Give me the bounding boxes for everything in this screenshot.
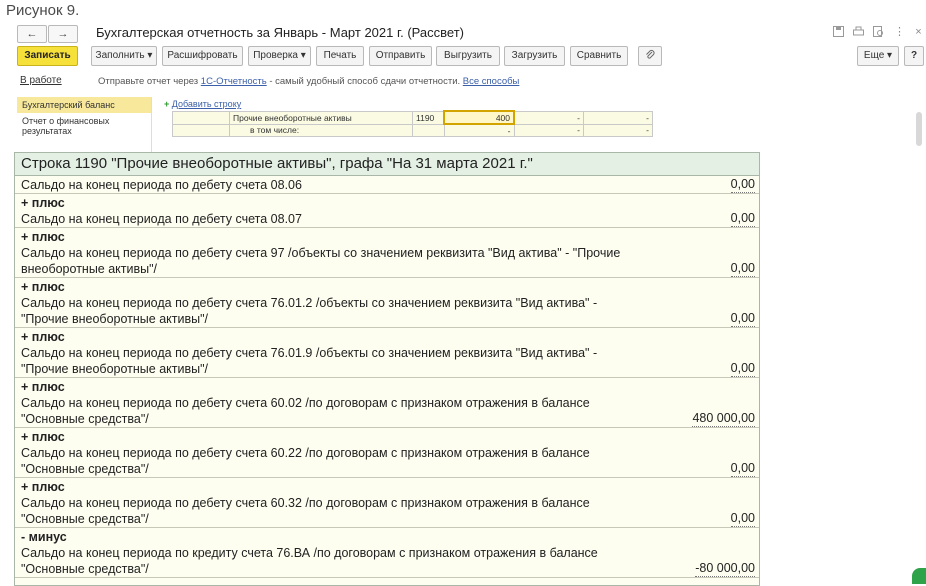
decoding-blocks: Сальдо на конец периода по дебету счета … [15,176,759,578]
grid-cell[interactable]: - [583,123,653,137]
load-button[interactable]: Загрузить [504,46,565,66]
print-icon[interactable] [852,26,865,39]
amount-value[interactable]: 0,00 [730,310,755,327]
amount-value[interactable]: 0,00 [730,460,755,477]
info-text-before: Отправьте отчет через [98,76,201,87]
grid-cell[interactable]: - [513,123,584,137]
amount-value[interactable]: 0,00 [730,360,755,377]
check-dropdown[interactable]: Проверка ▾ [248,46,311,66]
grid-cell [412,123,445,137]
decoding-block: + плюс Сальдо на конец периода по дебету … [15,278,759,328]
selected-cell[interactable]: 400 [443,110,515,125]
sections-sidebar: Бухгалтерский баланс Отчет о финансовых … [17,97,152,152]
amount-value[interactable]: 0,00 [730,510,755,527]
all-methods-link[interactable]: Все способы [463,76,520,87]
decoding-block: + плюс Сальдо на конец периода по дебету … [15,328,759,378]
add-row-button[interactable]: + Добавить строку [164,99,241,109]
1c-reporting-link[interactable]: 1С-Отчетность [201,76,267,87]
compare-button[interactable]: Сравнить [570,46,628,66]
operator-label: + плюс [21,480,65,494]
help-button[interactable]: ? [904,46,924,66]
toolbar: Записать Заполнить ▾ Расшифровать Провер… [0,46,926,68]
decoding-block: Сальдо на конец периода по дебету счета … [15,176,759,194]
decoding-block: + плюс Сальдо на конец периода по дебету … [15,478,759,528]
account-description: Сальдо на конец периода по дебету счета … [21,246,621,276]
fill-dropdown[interactable]: Заполнить ▾ [91,46,157,66]
operator-label: + плюс [21,330,65,344]
decoding-block: + плюс Сальдо на конец периода по дебету … [15,428,759,478]
operator-label: + плюс [21,280,65,294]
operator-label: - минус [21,530,67,544]
figure-caption: Рисунок 9. [6,2,80,19]
account-description: Сальдо на конец периода по дебету счета … [21,296,598,326]
close-icon[interactable]: × [912,26,925,39]
operator-label: + плюс [21,196,65,210]
account-description: Сальдо на конец периода по дебету счета … [21,396,590,426]
operator-label: + плюс [21,230,65,244]
back-button[interactable]: ← [17,25,47,43]
save-icon[interactable] [832,26,845,39]
assistant-icon[interactable] [912,568,926,584]
amount-value[interactable]: 0,00 [730,260,755,277]
account-description: Сальдо на конец периода по дебету счета … [21,346,598,376]
amount-value[interactable]: -80 000,00 [695,560,755,577]
table-row: в том числе: - - - [172,123,653,137]
sidebar-item-balance[interactable]: Бухгалтерский баланс [17,97,151,113]
status-link[interactable]: В работе [20,75,62,86]
account-description: Сальдо на конец периода по дебету счета … [21,496,590,526]
account-description: Сальдо на конец периода по кредиту счета… [21,546,598,576]
row-name: в том числе: [229,123,413,137]
amount-value[interactable]: 480 000,00 [692,410,755,427]
grid-cell[interactable] [172,110,230,125]
decoding-popup: Строка 1190 "Прочие внеоборотные активы"… [14,152,760,586]
grid-cell[interactable]: - [513,110,584,125]
upload-button[interactable]: Выгрузить [436,46,500,66]
report-grid: Прочие внеоборотные активы 1190 400 - - … [172,110,653,137]
vertical-scrollbar[interactable] [916,112,922,146]
amount-value[interactable]: 0,00 [730,210,755,227]
print-button[interactable]: Печать [316,46,364,66]
info-text-middle: - самый удобный способ сдачи отчетности. [266,76,463,87]
popup-title: Строка 1190 "Прочие внеоборотные активы"… [15,153,759,176]
more-icon[interactable]: ⋮ [893,26,906,39]
amount-value[interactable]: 0,00 [730,176,755,193]
row-code: 1190 [412,110,445,125]
info-bar: В работе Отправьте отчет через 1С-Отчетн… [0,74,926,90]
add-row-label: Добавить строку [171,99,242,109]
decoding-block: + плюс Сальдо на конец периода по дебету … [15,378,759,428]
row-name: Прочие внеоборотные активы [229,110,413,125]
table-row: Прочие внеоборотные активы 1190 400 - - [172,110,653,125]
account-description: Сальдо на конец периода по дебету счета … [21,446,590,476]
window-titlebar: ← → Бухгалтерская отчетность за Январь -… [0,22,926,44]
operator-label: + плюс [21,380,65,394]
preview-icon[interactable] [872,26,885,39]
send-button[interactable]: Отправить [369,46,432,66]
account-description: Сальдо на конец периода по дебету счета … [21,212,302,226]
grid-cell[interactable]: - [443,123,515,137]
info-text: Отправьте отчет через 1С-Отчетность - са… [98,76,519,87]
decoding-block: + плюс Сальдо на конец периода по дебету … [15,228,759,278]
plus-icon: + [164,99,170,109]
decode-button[interactable]: Расшифровать [162,46,243,66]
save-button[interactable]: Записать [17,46,78,66]
grid-cell[interactable] [172,123,230,137]
more-dropdown[interactable]: Еще ▾ [857,46,899,66]
grid-cell[interactable]: - [583,110,653,125]
operator-label: + плюс [21,430,65,444]
decoding-block: + плюс Сальдо на конец периода по дебету … [15,194,759,228]
decoding-block: - минус Сальдо на конец периода по кредит… [15,528,759,578]
paperclip-icon [645,50,655,61]
sidebar-item-financial-results[interactable]: Отчет о финансовых результатах [17,113,151,139]
account-description: Сальдо на конец периода по дебету счета … [21,178,302,192]
forward-button[interactable]: → [48,25,78,43]
attach-button[interactable] [638,46,662,66]
window-title: Бухгалтерская отчетность за Январь - Мар… [96,25,464,40]
